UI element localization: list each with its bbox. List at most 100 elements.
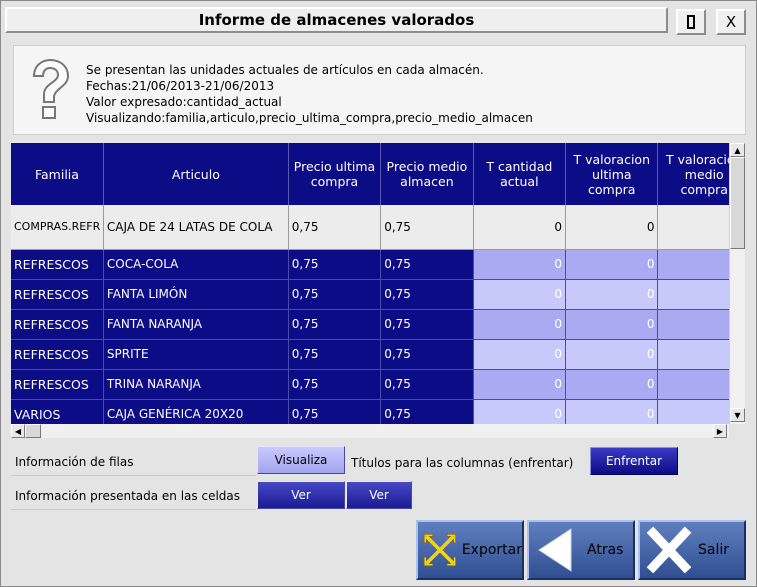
row-info-label: Información de filas — [15, 454, 134, 469]
cell-valoracion-ultima[interactable]: 0 — [565, 279, 659, 310]
cell-articulo[interactable]: SPRITE — [103, 339, 289, 370]
cell-precio-ultima[interactable]: 0,75 — [288, 249, 382, 280]
vertical-scrollbar[interactable]: ▲ ▼ — [729, 143, 745, 424]
cell-valoracion-ultima[interactable]: 0 — [565, 309, 659, 340]
cell-familia[interactable]: REFRESCOS — [11, 339, 104, 370]
cell-familia[interactable]: REFRESCOS — [11, 279, 104, 310]
horizontal-scroll-thumb[interactable] — [25, 424, 41, 438]
cell-familia[interactable]: REFRESCOS — [11, 249, 104, 280]
column-header-t-cantidad-actual[interactable]: T cantidad actual — [473, 143, 567, 205]
scroll-right-button[interactable]: ▶ — [713, 424, 727, 438]
title-bar[interactable]: Informe de almacenes valorados — [5, 7, 668, 33]
cell-valoracion-medio[interactable]: 0 — [657, 279, 729, 310]
cell-cantidad[interactable]: 0 — [473, 309, 567, 340]
table-row[interactable]: REFRESCOS SPRITE 0,75 0,75 0 0 0 — [11, 339, 729, 370]
cell-precio-medio[interactable]: 0,75 — [380, 309, 474, 340]
cell-valoracion-ultima[interactable]: 0 — [565, 205, 659, 250]
cell-valoracion-medio[interactable]: 0 — [657, 369, 729, 400]
table-row[interactable]: REFRESCOS COCA-COLA 0,75 0,75 0 0 0 — [11, 249, 729, 280]
back-button[interactable]: Atras — [527, 520, 635, 580]
cell-precio-medio[interactable]: 0,75 — [380, 369, 474, 400]
cell-cantidad[interactable]: 0 — [473, 205, 567, 250]
scroll-up-button[interactable]: ▲ — [730, 143, 745, 157]
arrow-right-icon: ▶ — [716, 426, 724, 436]
data-grid[interactable]: Familia Articulo Precio ultima compra Pr… — [11, 143, 729, 424]
cell-valoracion-medio[interactable]: 0 — [657, 309, 729, 340]
back-label: Atras — [587, 542, 624, 558]
cell-valoracion-ultima[interactable]: 0 — [565, 339, 659, 370]
cell-valoracion-medio[interactable]: 0 — [657, 399, 729, 424]
cell-cantidad[interactable]: 0 — [473, 279, 567, 310]
exit-button[interactable]: Salir — [638, 520, 746, 580]
cell-familia[interactable]: COMPRAS.REFR — [11, 205, 104, 250]
table-row[interactable]: REFRESCOS FANTA NARANJA 0,75 0,75 0 0 0 — [11, 309, 729, 340]
table-row[interactable]: VARIOS CAJA GENÉRICA 20X20 0,75 0,75 0 0… — [11, 399, 729, 424]
header-row: Familia Articulo Precio ultima compra Pr… — [11, 143, 729, 205]
arrow-up-icon: ▲ — [734, 145, 741, 155]
export-arrows-icon — [423, 533, 457, 567]
view-button-1[interactable]: Ver — [257, 481, 345, 509]
scroll-down-button[interactable]: ▼ — [730, 408, 745, 422]
maximize-button[interactable] — [676, 9, 706, 35]
column-header-t-valoracion-ultima-compra[interactable]: T valoracion ultima compra — [565, 143, 659, 205]
cell-valoracion-ultima[interactable]: 0 — [565, 399, 659, 424]
cell-familia[interactable]: VARIOS — [11, 399, 104, 424]
cell-precio-medio[interactable]: 0,75 — [380, 339, 474, 370]
cell-valoracion-medio[interactable]: 0 — [657, 249, 729, 280]
table-row[interactable]: REFRESCOS FANTA LIMÓN 0,75 0,75 0 0 0 — [11, 279, 729, 310]
view-button-2[interactable]: Ver — [346, 481, 412, 509]
column-header-familia[interactable]: Familia — [11, 143, 104, 205]
cell-articulo[interactable]: FANTA LIMÓN — [103, 279, 289, 310]
column-header-precio-medio-almacen[interactable]: Precio medio almacen — [380, 143, 474, 205]
cell-cantidad[interactable]: 0 — [473, 339, 567, 370]
column-header-t-valoracion-medio-compra[interactable]: T valoracion medio compra — [657, 143, 729, 205]
table-row[interactable]: REFRESCOS TRINA NARANJA 0,75 0,75 0 0 0 — [11, 369, 729, 400]
scroll-left-button[interactable]: ◀ — [11, 424, 25, 438]
report-table: Familia Articulo Precio ultima compra Pr… — [11, 143, 729, 424]
visualize-button[interactable]: Visualiza — [257, 446, 345, 474]
info-line-description: Se presentan las unidades actuales de ar… — [86, 63, 484, 77]
cell-precio-ultima[interactable]: 0,75 — [288, 339, 382, 370]
cell-precio-ultima[interactable]: 0,75 — [288, 369, 382, 400]
window-title: Informe de almacenes valorados — [198, 11, 475, 29]
cell-familia[interactable]: REFRESCOS — [11, 309, 104, 340]
cell-articulo[interactable]: TRINA NARANJA — [103, 369, 289, 400]
column-header-precio-ultima-compra[interactable]: Precio ultima compra — [288, 143, 382, 205]
cell-precio-medio[interactable]: 0,75 — [380, 249, 474, 280]
cell-articulo[interactable]: FANTA NARANJA — [103, 309, 289, 340]
cell-articulo[interactable]: COCA-COLA — [103, 249, 289, 280]
vertical-scroll-thumb[interactable] — [730, 157, 745, 249]
info-text: Se presentan las unidades actuales de ar… — [86, 62, 533, 126]
exit-x-icon — [646, 526, 692, 574]
view-button-1-label: Ver — [291, 488, 311, 502]
cell-articulo[interactable]: CAJA GENÉRICA 20X20 — [103, 399, 289, 424]
cell-precio-ultima[interactable]: 0,75 — [288, 279, 382, 310]
cell-precio-ultima[interactable]: 0,75 — [288, 309, 382, 340]
back-arrow-icon — [538, 528, 572, 572]
cell-articulo[interactable]: CAJA DE 24 LATAS DE COLA — [103, 205, 289, 250]
table-row[interactable]: COMPRAS.REFR CAJA DE 24 LATAS DE COLA 0,… — [11, 205, 729, 250]
cell-valoracion-ultima[interactable]: 0 — [565, 369, 659, 400]
cell-cantidad[interactable]: 0 — [473, 249, 567, 280]
cell-familia[interactable]: REFRESCOS — [11, 369, 104, 400]
close-button[interactable]: X — [716, 9, 746, 35]
export-button[interactable]: Exportar — [416, 520, 524, 580]
horizontal-scrollbar[interactable]: ◀ ▶ — [11, 424, 729, 438]
cell-valoracion-ultima[interactable]: 0 — [565, 249, 659, 280]
cell-precio-medio[interactable]: 0,75 — [380, 399, 474, 424]
cell-valoracion-medio[interactable]: 0 — [657, 205, 729, 250]
cell-precio-ultima[interactable]: 0,75 — [288, 399, 382, 424]
cell-cantidad[interactable]: 0 — [473, 399, 567, 424]
maximize-icon — [687, 15, 695, 29]
info-line-value: Valor expresado:cantidad_actual — [86, 95, 282, 109]
cell-valoracion-medio[interactable]: 0 — [657, 339, 729, 370]
cell-cantidad[interactable]: 0 — [473, 369, 567, 400]
cell-precio-ultima[interactable]: 0,75 — [288, 205, 382, 250]
cell-precio-medio[interactable]: 0,75 — [380, 205, 474, 250]
column-header-articulo[interactable]: Articulo — [103, 143, 289, 205]
info-line-visualizing: Visualizando:familia,articulo,precio_ult… — [86, 111, 533, 125]
face-button-label: Enfrentar — [605, 454, 663, 468]
face-button[interactable]: Enfrentar — [590, 447, 678, 475]
cell-precio-medio[interactable]: 0,75 — [380, 279, 474, 310]
visualize-button-label: Visualiza — [274, 453, 328, 467]
